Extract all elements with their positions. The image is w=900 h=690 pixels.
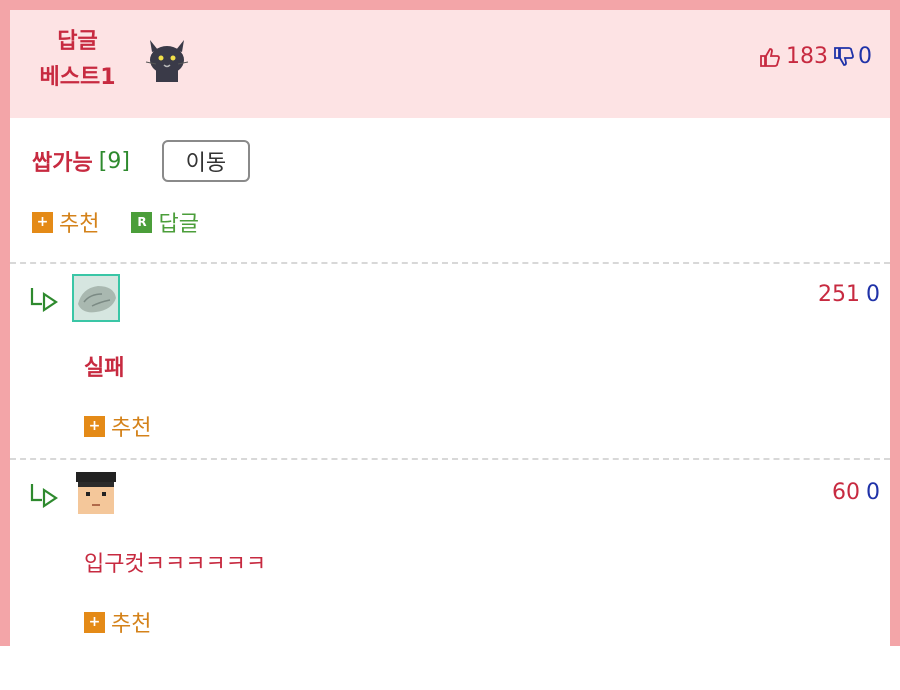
thumbs-down-icon[interactable]	[832, 45, 856, 69]
divider	[10, 458, 890, 460]
reply-r-icon[interactable]: R	[131, 211, 153, 233]
comment-actions-row: + 추천	[84, 606, 151, 638]
best-reply-badge: 답글 베스트1	[30, 24, 125, 96]
best-down-count: 0	[858, 44, 872, 69]
best-reply-panel: 답글 베스트1 183 0 쌉가능 [9] 이동 + 추천 R 답글 251 0…	[0, 0, 900, 646]
pixel-face-avatar-icon[interactable]	[72, 470, 120, 518]
rock-avatar-icon[interactable]	[72, 274, 120, 322]
best-actions-row: + 추천 R 답글	[32, 206, 199, 238]
comment-actions-row: + 추천	[84, 410, 151, 442]
divider	[10, 262, 890, 264]
best-label-line2: 베스트1	[39, 65, 116, 90]
plus-icon[interactable]: +	[84, 611, 105, 633]
comment-up-count: 60	[832, 480, 860, 505]
reply-arrow-icon	[30, 288, 58, 312]
comment-down-count: 0	[866, 282, 880, 307]
comment-text: 실패	[84, 356, 125, 381]
cat-avatar-icon[interactable]	[142, 34, 192, 84]
reply-arrow-icon	[30, 484, 58, 508]
reply-link[interactable]: 답글	[158, 206, 198, 238]
comment-down-count: 0	[866, 480, 880, 505]
comment-vote-counts: 60 0	[832, 480, 880, 505]
comment-up-count: 251	[818, 282, 860, 307]
comment-text: 입구컷ㅋㅋㅋㅋㅋㅋ	[84, 552, 267, 577]
reply-author-label: 쌉가능	[32, 151, 93, 176]
best-reply-header: 답글 베스트1 183 0	[10, 10, 890, 118]
reply-count: [9]	[98, 148, 130, 174]
recommend-link[interactable]: 추천	[111, 606, 151, 638]
best-label-line1: 답글	[57, 29, 98, 54]
recommend-link[interactable]: 추천	[111, 410, 151, 442]
recommend-link[interactable]: 추천	[59, 206, 99, 238]
thumbs-up-icon[interactable]	[758, 45, 782, 69]
plus-icon[interactable]: +	[84, 415, 105, 437]
move-button[interactable]: 이동	[161, 140, 250, 182]
comment-vote-counts: 251 0	[818, 282, 880, 307]
plus-icon[interactable]: +	[32, 211, 53, 233]
best-vote-counts: 183 0	[758, 44, 872, 69]
reply-info-row: 쌉가능 [9] 이동	[32, 140, 250, 182]
best-up-count: 183	[786, 44, 828, 69]
